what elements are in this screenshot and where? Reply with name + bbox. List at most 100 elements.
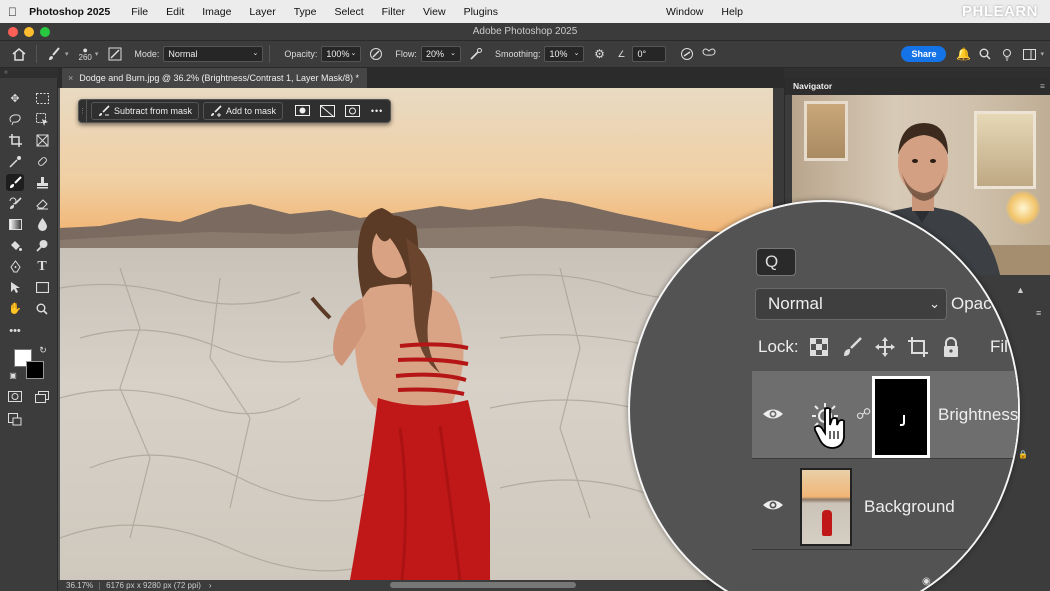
brush-tool-preset-icon[interactable] (43, 44, 65, 64)
menu-image[interactable]: Image (193, 6, 240, 18)
layer-row-brightness[interactable]: ☍ Brightness (752, 371, 1018, 459)
move-tool-icon[interactable]: ✥ (6, 90, 24, 107)
smoothing-input[interactable]: 10% ⌄ (544, 46, 585, 62)
brush-tool-icon[interactable] (6, 174, 24, 191)
hand-tool-icon[interactable]: ✋ (6, 300, 24, 317)
drag-handle-icon[interactable]: ⋮ (79, 100, 87, 122)
symmetry-butterfly-icon[interactable] (698, 44, 720, 64)
minimize-window-button[interactable] (24, 27, 34, 37)
layer-name-brightness[interactable]: Brightness (938, 405, 1018, 425)
pressure-size-icon[interactable] (676, 44, 698, 64)
chevron-down-icon[interactable]: ▾ (1040, 50, 1044, 58)
path-selection-icon[interactable] (6, 279, 24, 296)
discover-lightbulb-icon[interactable] (996, 44, 1018, 64)
angle-input[interactable]: 0° (632, 46, 667, 62)
menu-edit[interactable]: Edit (157, 6, 193, 18)
eraser-tool-icon[interactable] (33, 195, 51, 212)
collapse-arrow-icon[interactable]: ▲ (1016, 285, 1025, 295)
type-tool-icon[interactable]: T (33, 258, 51, 275)
pressure-opacity-icon[interactable] (365, 44, 387, 64)
background-color-swatch[interactable] (26, 361, 44, 379)
zoom-window-button[interactable] (40, 27, 50, 37)
menu-filter[interactable]: Filter (373, 6, 414, 18)
crop-tool-icon[interactable] (6, 132, 24, 149)
lock-all-icon[interactable] (938, 336, 964, 358)
navigator-title[interactable]: Navigator (793, 81, 832, 91)
brush-size-picker[interactable]: ● 260 (79, 46, 92, 62)
blur-tool-icon[interactable] (33, 216, 51, 233)
more-tools-icon[interactable]: ••• (6, 322, 24, 339)
chevron-down-icon[interactable]: ▾ (95, 50, 99, 58)
zoom-tool-icon[interactable] (33, 300, 51, 317)
add-mask-icon[interactable]: ◉ (922, 576, 931, 587)
menu-select[interactable]: Select (325, 6, 372, 18)
gradient-tool-icon[interactable] (6, 216, 24, 233)
apple-icon[interactable]:  (0, 5, 25, 19)
mode-select[interactable]: Normal ⌄ (163, 46, 264, 62)
chevron-right-icon[interactable]: › (209, 581, 212, 590)
layer-filter-search[interactable]: Q (756, 248, 796, 276)
lock-image-pixels-icon[interactable] (839, 336, 865, 358)
lock-artboard-icon[interactable] (905, 336, 931, 358)
paint-bucket-icon[interactable] (6, 237, 24, 254)
share-button[interactable]: Share (901, 46, 947, 62)
rectangle-tool-icon[interactable] (33, 279, 51, 296)
gear-icon[interactable]: ⚙ (588, 44, 610, 64)
quick-mask-icon[interactable] (6, 388, 24, 405)
pen-tool-icon[interactable] (6, 258, 24, 275)
background-layer-thumbnail[interactable] (800, 468, 852, 546)
frame-tool-icon[interactable] (33, 132, 51, 149)
lasso-tool-icon[interactable] (6, 111, 24, 128)
document-tab[interactable]: × Dodge and Burn.jpg @ 36.2% (Brightness/… (62, 68, 368, 88)
lock-transparent-pixels-icon[interactable] (806, 336, 832, 358)
more-options-button[interactable]: ••• (366, 102, 388, 120)
brush-settings-icon[interactable] (104, 44, 126, 64)
opacity-input[interactable]: 100% ⌄ (321, 46, 362, 62)
swap-colors-icon[interactable]: ↻ (38, 345, 48, 355)
edit-toolbar-icon[interactable] (6, 411, 24, 428)
blend-mode-select[interactable]: Normal ⌄ (755, 288, 947, 320)
eye-visibility-icon[interactable] (762, 494, 784, 516)
menu-window[interactable]: Window (657, 6, 712, 18)
layer-name-background[interactable]: Background (864, 497, 955, 517)
adjustment-layer-icon[interactable]: ◐ (941, 576, 947, 587)
new-group-folder-icon[interactable]: 📁 (957, 576, 969, 587)
spot-healing-tool-icon[interactable] (33, 153, 51, 170)
default-colors-icon[interactable]: ▣ (8, 370, 18, 380)
close-window-button[interactable] (8, 27, 18, 37)
bell-icon[interactable]: 🔔 (952, 44, 974, 64)
close-tab-icon[interactable]: × (68, 73, 73, 83)
eye-visibility-icon[interactable] (762, 403, 784, 425)
menu-plugins[interactable]: Plugins (455, 6, 507, 18)
invert-mask-icon[interactable] (341, 102, 363, 120)
menu-help[interactable]: Help (712, 6, 752, 18)
layer-mask-thumbnail[interactable] (872, 376, 930, 458)
mask-options-icon[interactable] (291, 102, 313, 120)
panel-menu-icon[interactable]: ≡ (1040, 78, 1045, 95)
subtract-from-mask-button[interactable]: Subtract from mask (91, 102, 200, 120)
menu-app-name[interactable]: Photoshop 2025 (25, 6, 122, 18)
home-icon[interactable] (8, 44, 30, 64)
menu-view[interactable]: View (414, 6, 455, 18)
disable-mask-icon[interactable] (316, 102, 338, 120)
airbrush-icon[interactable] (465, 44, 487, 64)
object-selection-tool-icon[interactable] (33, 111, 51, 128)
add-to-mask-button[interactable]: Add to mask (203, 102, 284, 120)
toolbar-collapse-grip[interactable]: « (0, 68, 58, 78)
new-layer-icon[interactable]: ⊞ (979, 576, 987, 587)
search-icon[interactable] (974, 44, 996, 64)
menu-type[interactable]: Type (285, 6, 326, 18)
chevron-down-icon[interactable]: ▾ (65, 50, 69, 58)
layer-row-background[interactable]: Background (752, 462, 1018, 550)
clone-stamp-tool-icon[interactable] (33, 174, 51, 191)
mask-link-icon[interactable]: ☍ (856, 405, 871, 423)
marquee-tool-icon[interactable] (33, 90, 51, 107)
screen-mode-icon[interactable] (33, 388, 51, 405)
menu-layer[interactable]: Layer (240, 6, 284, 18)
trash-icon[interactable]: 🗑 (998, 576, 1011, 587)
lock-position-icon[interactable] (872, 336, 898, 358)
menu-file[interactable]: File (122, 6, 157, 18)
zoom-level[interactable]: 36.17% (66, 581, 93, 590)
history-brush-tool-icon[interactable] (6, 195, 24, 212)
eyedropper-tool-icon[interactable] (6, 153, 24, 170)
